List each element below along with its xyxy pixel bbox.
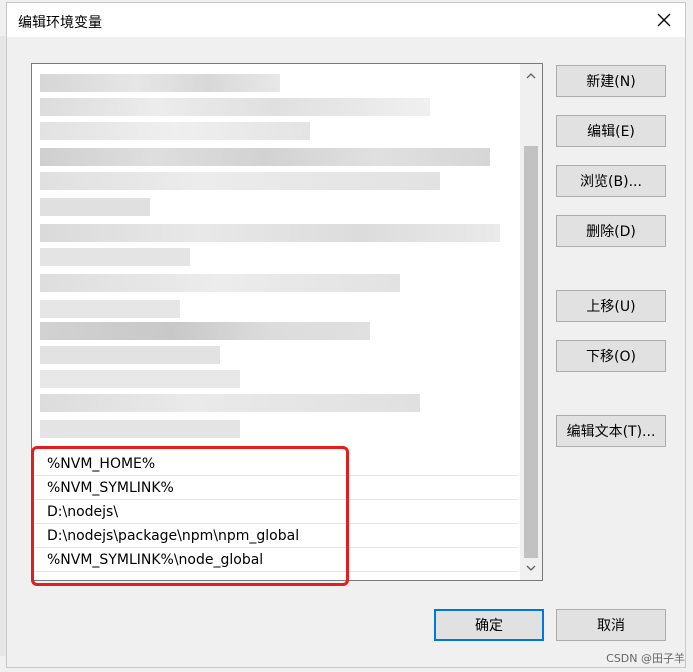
delete-button[interactable]: 删除(D) — [556, 215, 666, 247]
title-bar: 编辑环境变量 — [7, 3, 685, 37]
edit-text-button[interactable]: 编辑文本(T)... — [556, 415, 666, 447]
move-up-button[interactable]: 上移(U) — [556, 290, 666, 322]
highlight-annotation — [31, 446, 349, 586]
edit-button[interactable]: 编辑(E) — [556, 115, 666, 147]
watermark: CSDN @田子羊 — [606, 652, 685, 665]
browse-button[interactable]: 浏览(B)... — [556, 165, 666, 197]
chevron-up-icon — [526, 73, 536, 79]
close-button[interactable] — [651, 7, 677, 33]
blurred-entries — [32, 64, 518, 446]
scroll-down-button[interactable] — [520, 558, 542, 578]
new-button[interactable]: 新建(N) — [556, 65, 666, 97]
chevron-down-icon — [526, 565, 536, 571]
scroll-thumb[interactable] — [524, 146, 538, 558]
move-down-button[interactable]: 下移(O) — [556, 340, 666, 372]
dialog-title: 编辑环境变量 — [18, 15, 102, 31]
vertical-scrollbar[interactable] — [520, 64, 542, 580]
close-icon — [657, 13, 671, 27]
ok-button[interactable]: 确定 — [434, 609, 544, 641]
scroll-up-button[interactable] — [520, 66, 542, 86]
cancel-button[interactable]: 取消 — [556, 609, 666, 641]
